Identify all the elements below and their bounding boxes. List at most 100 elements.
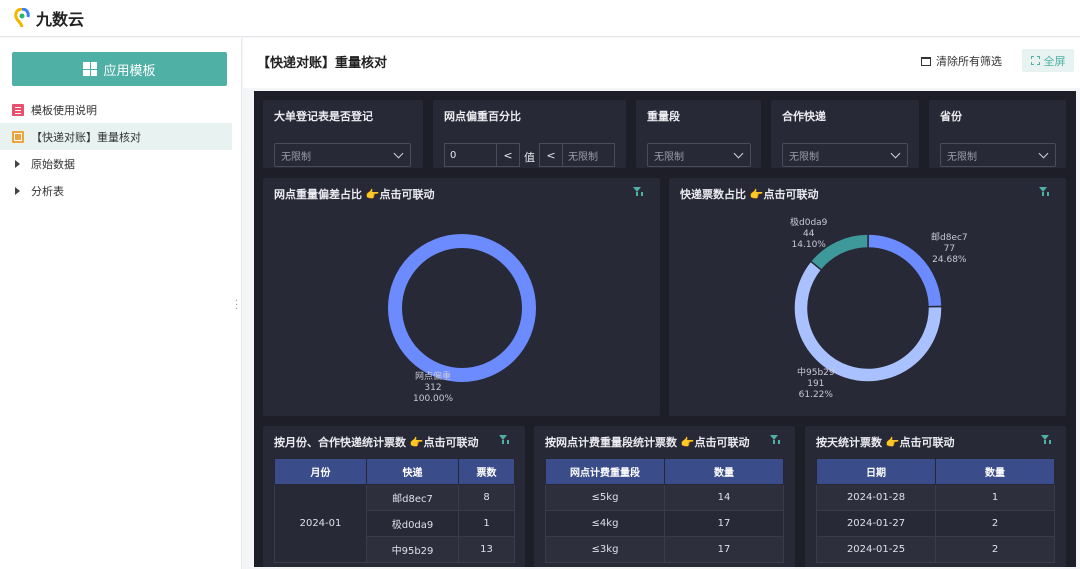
column-header[interactable]: 票数 <box>458 458 515 485</box>
slice-label-courier-3: 极d0da9 44 14.10% <box>790 218 827 251</box>
fullscreen-label: 全屏 <box>1043 54 1066 68</box>
filter-icon[interactable] <box>770 435 781 444</box>
column-header[interactable]: 数量 <box>664 458 784 485</box>
sidebar-item-analysis[interactable]: 分析表 <box>0 177 242 204</box>
sidebar-item-weight-check[interactable]: 【快递对账】重量核对 <box>0 123 232 150</box>
table-header-row: 月份 快递 票数 <box>274 458 515 485</box>
registered-select[interactable]: 无限制 <box>274 143 411 167</box>
caret-right-icon[interactable] <box>15 186 20 195</box>
filter-title: 网点偏重百分比 <box>444 110 521 123</box>
filter-title: 重量段 <box>647 110 680 123</box>
fullscreen-icon <box>1030 56 1040 65</box>
table-header-row: 网点计费重量段 数量 <box>545 458 784 485</box>
filter-icon[interactable] <box>1041 435 1052 444</box>
filter-card-deviation-pct: 网点偏重百分比 0 < 值 < 无限制 <box>433 100 626 168</box>
deviation-min-input[interactable]: 0 <box>444 143 497 167</box>
table-header-row: 日期 数量 <box>816 458 1055 485</box>
table-title: 按网点计费重量段统计票数 👉点击可联动 <box>545 436 750 449</box>
column-header[interactable]: 数量 <box>935 458 1055 485</box>
table-title: 按月份、合作快递统计票数 👉点击可联动 <box>274 436 479 449</box>
clear-filters-label: 清除所有筛选 <box>936 55 1002 68</box>
slice-name: 邮d8ec7 <box>931 233 968 243</box>
filter-title: 合作快递 <box>782 110 826 123</box>
slice-name: 网点偏重 <box>415 372 452 382</box>
count-cell: 13 <box>458 536 515 563</box>
chevron-down-icon <box>890 148 901 159</box>
slice-value: 44 <box>802 229 815 239</box>
filter-card-courier: 合作快递 无限制 <box>771 100 919 168</box>
courier-donut-chart[interactable] <box>669 178 1066 416</box>
apply-template-button[interactable]: 应用模板 <box>12 52 227 86</box>
date-cell: 2024-01-27 <box>816 510 936 537</box>
slice-percent: 14.10% <box>791 240 826 250</box>
count-cell: 14 <box>664 484 784 511</box>
column-header[interactable]: 快递 <box>366 458 459 485</box>
select-value: 无限制 <box>281 151 311 163</box>
deviation-slice-1[interactable] <box>388 234 536 382</box>
page-title: 【快递对账】重量核对 <box>257 56 388 71</box>
sidebar-item-raw-data[interactable]: 原始数据 <box>0 150 242 177</box>
table-card-by-weight: 按网点计费重量段统计票数 👉点击可联动 网点计费重量段 数量 ≤5kg 14 ≤… <box>534 426 795 567</box>
table-row[interactable]: ≤3kg 17 <box>545 536 784 563</box>
deviation-op-select[interactable]: < <box>496 143 520 167</box>
filter-title: 省份 <box>940 110 962 123</box>
filter-card-weight-range: 重量段 无限制 <box>636 100 761 168</box>
clear-filters-button[interactable]: 清除所有筛选 <box>921 53 1002 69</box>
courier-select[interactable]: 无限制 <box>782 143 908 167</box>
courier-slice-2[interactable] <box>793 260 943 383</box>
column-header[interactable]: 月份 <box>274 458 367 485</box>
fullscreen-button[interactable]: 全屏 <box>1022 49 1074 72</box>
count-cell: 17 <box>664 536 784 563</box>
table-row[interactable]: 2024-01-28 1 <box>816 484 1055 511</box>
chart-card-courier-share: 快递票数占比 👉点击可联动 邮d8ec7 77 24.68% 中95b29 19… <box>669 178 1066 416</box>
sidebar-tree: 模板使用说明 【快递对账】重量核对 原始数据 分析表 <box>0 96 242 204</box>
date-cell: 2024-01-28 <box>816 484 936 511</box>
caret-right-icon[interactable] <box>15 159 20 168</box>
courier-cell: 极d0da9 <box>366 510 459 537</box>
sidebar-item-template-guide[interactable]: 模板使用说明 <box>0 96 242 123</box>
slice-name: 中95b29 <box>797 368 835 378</box>
count-cell: 8 <box>458 484 515 511</box>
range-cell: ≤5kg <box>545 484 665 511</box>
table-row[interactable]: 2024-01-27 2 <box>816 510 1055 537</box>
by-weight-table: 网点计费重量段 数量 ≤5kg 14 ≤4kg 17 ≤3kg 17 <box>545 458 784 563</box>
courier-cell: 中95b29 <box>366 536 459 563</box>
sidebar-item-label: 原始数据 <box>31 157 75 171</box>
page-header: 【快递对账】重量核对 清除所有筛选 全屏 <box>243 38 1080 88</box>
table-row[interactable]: 2024-01 邮d8ec7 8 <box>274 484 515 563</box>
slice-label-deviation: 网点偏重 312 100.00% <box>413 372 453 405</box>
eraser-icon <box>921 56 931 66</box>
select-value: 无限制 <box>789 151 819 163</box>
sidebar-item-label: 模板使用说明 <box>31 103 97 117</box>
province-select[interactable]: 无限制 <box>940 143 1056 167</box>
filter-card-registered: 大单登记表是否登记 无限制 <box>263 100 423 168</box>
sidebar-item-label: 分析表 <box>31 184 64 198</box>
table-card-by-month: 按月份、合作快递统计票数 👉点击可联动 月份 快递 票数 2024-01 邮d8… <box>263 426 525 567</box>
slice-percent: 24.68% <box>932 255 967 265</box>
courier-cell: 邮d8ec7 <box>366 484 459 511</box>
slice-label-courier-2: 中95b29 191 61.22% <box>797 368 835 401</box>
sidebar-resize-handle[interactable]: · · · <box>235 297 238 315</box>
value-label: 值 <box>524 151 535 164</box>
column-header[interactable]: 网点计费重量段 <box>545 458 665 485</box>
date-cell: 2024-01-25 <box>816 536 936 563</box>
table-row[interactable]: 2024-01-25 2 <box>816 536 1055 563</box>
app-logo-icon <box>14 7 30 28</box>
month-cell: 2024-01 <box>274 484 367 563</box>
filter-card-province: 省份 无限制 <box>929 100 1066 168</box>
range-cell: ≤4kg <box>545 510 665 537</box>
filter-icon[interactable] <box>499 435 510 444</box>
sidebar: 应用模板 模板使用说明 【快递对账】重量核对 原始数据 分析表 <box>0 38 242 569</box>
table-row[interactable]: ≤5kg 14 <box>545 484 784 511</box>
column-header[interactable]: 日期 <box>816 458 936 485</box>
count-cell: 2 <box>935 536 1055 563</box>
weight-range-select[interactable]: 无限制 <box>647 143 751 167</box>
table-row[interactable]: ≤4kg 17 <box>545 510 784 537</box>
slice-value: 77 <box>943 244 956 254</box>
slice-label-courier-1: 邮d8ec7 77 24.68% <box>931 233 968 266</box>
deviation-max-input[interactable]: 无限制 <box>562 143 615 167</box>
deviation-donut-chart[interactable] <box>263 178 660 416</box>
count-cell: 1 <box>935 484 1055 511</box>
deviation-op-select-2[interactable]: < <box>539 143 563 167</box>
dashboard-canvas: 大单登记表是否登记 无限制 网点偏重百分比 0 < 值 < 无限制 重量段 无限… <box>254 91 1076 567</box>
